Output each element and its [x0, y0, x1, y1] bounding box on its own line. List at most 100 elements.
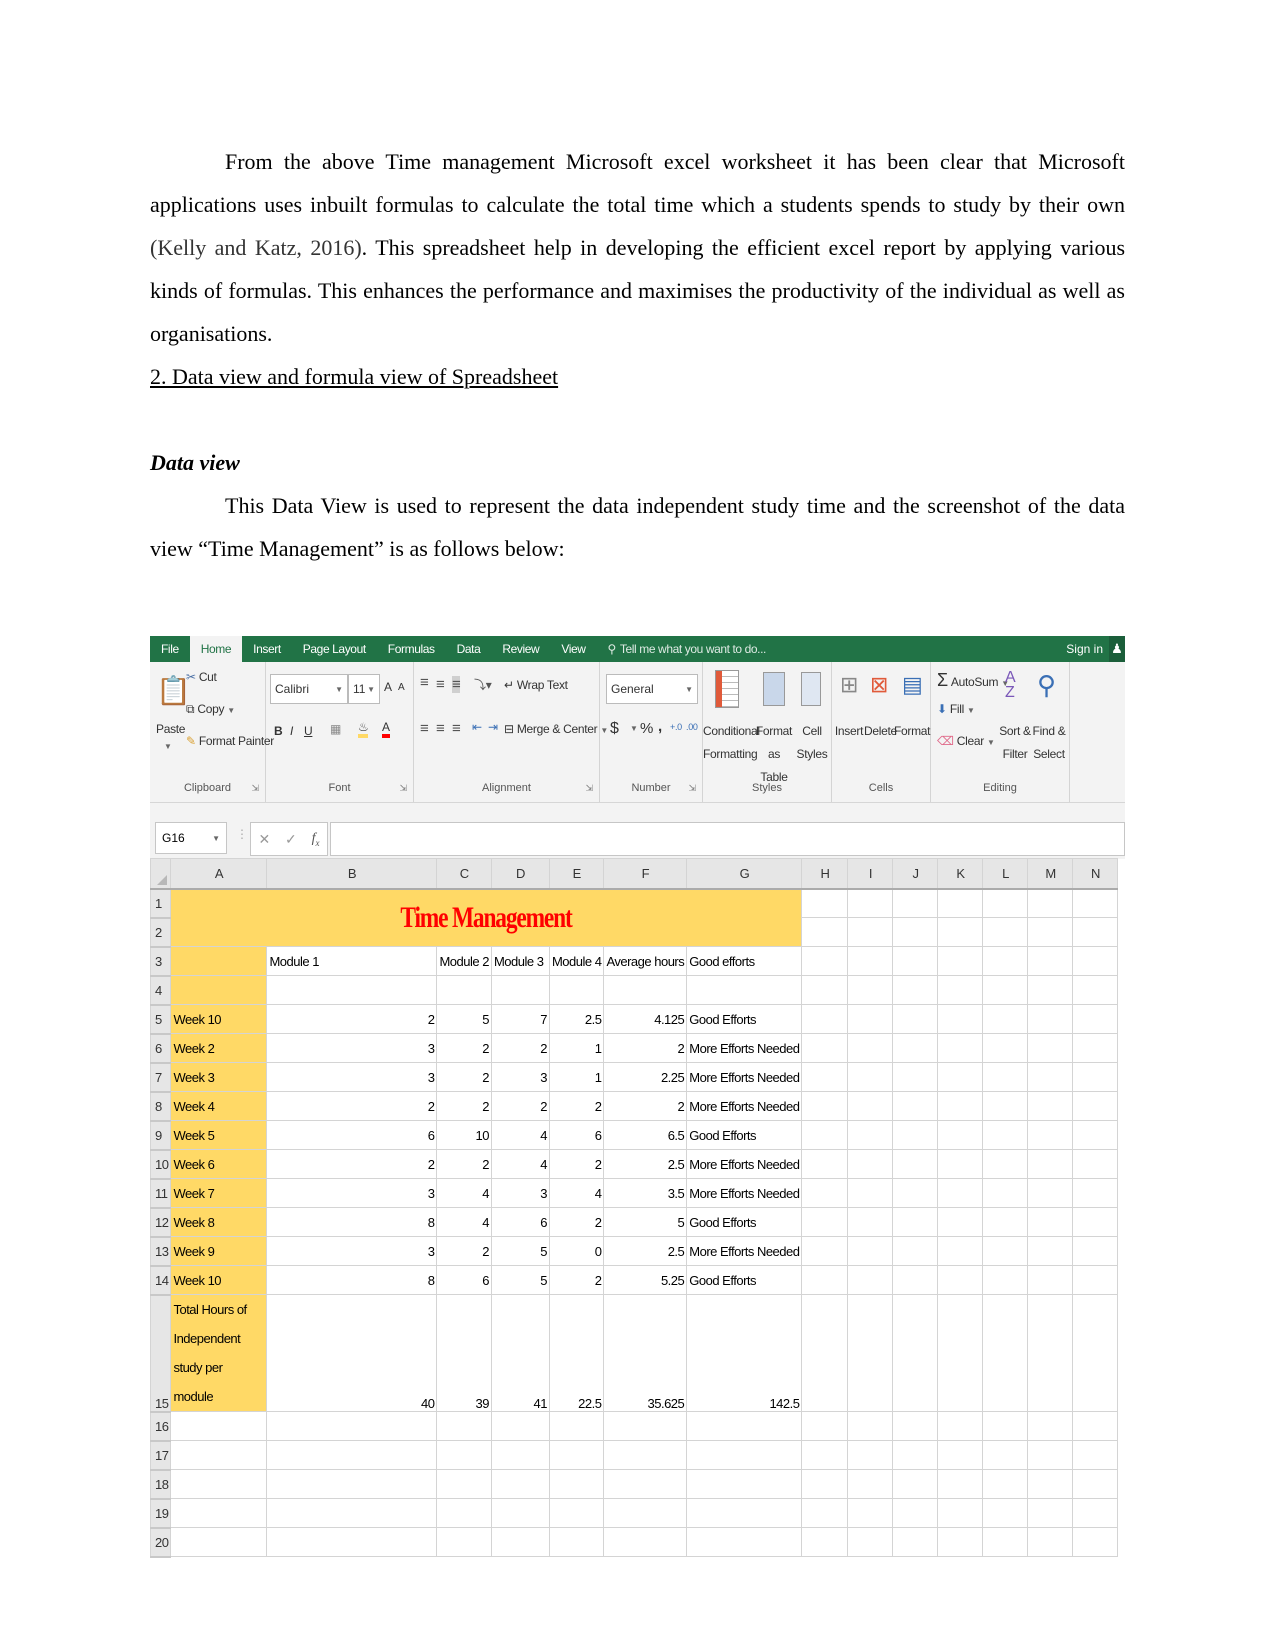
cell[interactable] [937, 1004, 984, 1034]
week-cell[interactable]: Week 5 [170, 1120, 268, 1150]
cell[interactable] [982, 1149, 1029, 1179]
autosum-button[interactable]: Σ AutoSum ▼ [937, 670, 1009, 691]
column-header[interactable]: G [686, 858, 803, 890]
average-cell[interactable]: 6.5 [603, 1120, 688, 1150]
cell[interactable] [801, 1149, 849, 1179]
row-header[interactable]: 12 [150, 1207, 172, 1238]
cell[interactable] [1027, 1091, 1074, 1121]
module-2-cell[interactable]: 10 [436, 1120, 492, 1150]
module-2-cell[interactable]: 2 [436, 1062, 492, 1092]
row-header[interactable]: 4 [150, 975, 172, 1006]
conditional-formatting-icon[interactable] [715, 670, 739, 708]
cell[interactable] [847, 1440, 894, 1470]
cell[interactable] [847, 1411, 894, 1441]
cell[interactable] [847, 975, 894, 1005]
cell[interactable] [847, 888, 894, 918]
cell[interactable] [1072, 946, 1119, 976]
cell[interactable] [892, 1411, 939, 1441]
cell[interactable] [1072, 975, 1119, 1005]
cell[interactable] [892, 1440, 939, 1470]
paste-dropdown-icon[interactable]: ▼ [164, 742, 172, 751]
cell[interactable] [170, 946, 268, 976]
cell[interactable] [892, 1527, 939, 1557]
effort-cell[interactable]: Good Efforts [686, 1207, 803, 1237]
cell[interactable] [686, 1440, 803, 1470]
delete-button[interactable]: Delete [864, 720, 897, 743]
tab-insert[interactable]: Insert [242, 636, 292, 662]
cell[interactable] [1027, 1178, 1074, 1208]
cell[interactable] [170, 1498, 268, 1528]
average-cell[interactable]: 5 [603, 1207, 688, 1237]
cell[interactable] [170, 1440, 268, 1470]
cell[interactable] [937, 1411, 984, 1441]
cell[interactable] [937, 1120, 984, 1150]
format-button[interactable]: Format [894, 720, 931, 743]
row-header[interactable]: 16 [150, 1411, 172, 1442]
cell[interactable] [1027, 1265, 1074, 1295]
cell[interactable] [686, 1498, 803, 1528]
cell[interactable] [1072, 1469, 1119, 1499]
header-cell[interactable]: Module 2 [436, 946, 492, 976]
cell[interactable] [266, 1411, 438, 1441]
header-cell[interactable]: Good efforts [686, 946, 803, 976]
cell[interactable] [603, 1411, 688, 1441]
align-bottom-icon[interactable]: ≡ [452, 676, 461, 693]
grow-font-button[interactable]: A [384, 680, 392, 694]
cell[interactable] [1072, 1411, 1119, 1441]
module-1-cell[interactable]: 2 [266, 1149, 438, 1179]
average-cell[interactable]: 2.5 [603, 1149, 688, 1179]
tab-home[interactable]: Home [189, 636, 243, 662]
cell[interactable] [1072, 1294, 1119, 1412]
cell[interactable] [1072, 1033, 1119, 1063]
week-cell[interactable]: Week 8 [170, 1207, 268, 1237]
row-header[interactable]: 20 [150, 1527, 172, 1558]
tab-data[interactable]: Data [446, 636, 492, 662]
module-3-cell[interactable]: 4 [490, 1149, 550, 1179]
cell[interactable] [1027, 946, 1074, 976]
cell[interactable] [847, 1062, 894, 1092]
row-header[interactable]: 19 [150, 1498, 172, 1529]
tab-file[interactable]: File [150, 636, 190, 662]
average-cell[interactable]: 5.25 [603, 1265, 688, 1295]
cell[interactable] [847, 1207, 894, 1237]
cell[interactable] [847, 1120, 894, 1150]
cell[interactable] [937, 917, 984, 947]
cell[interactable] [490, 975, 550, 1005]
cell[interactable] [686, 1411, 803, 1441]
cell[interactable] [801, 1265, 849, 1295]
row-header[interactable]: 11 [150, 1178, 172, 1209]
cell[interactable] [801, 1527, 849, 1557]
cell[interactable] [937, 1062, 984, 1092]
cell[interactable] [548, 1469, 605, 1499]
cell[interactable] [1027, 917, 1074, 947]
cell[interactable] [847, 1091, 894, 1121]
week-cell[interactable]: Week 10 [170, 1265, 268, 1295]
cell[interactable] [847, 1498, 894, 1528]
module-1-cell[interactable]: 8 [266, 1207, 438, 1237]
average-cell[interactable]: 2.5 [603, 1236, 688, 1266]
cell[interactable] [892, 1236, 939, 1266]
row-header[interactable]: 5 [150, 1004, 172, 1035]
dialog-launcher-icon[interactable]: ⇲ [399, 783, 407, 794]
sort-filter-button[interactable]: Sort & Filter [997, 720, 1033, 766]
cell[interactable] [1072, 917, 1119, 947]
module-3-cell[interactable]: 5 [490, 1265, 550, 1295]
module-3-cell[interactable]: 7 [490, 1004, 550, 1034]
cell[interactable] [1072, 1236, 1119, 1266]
italic-button[interactable]: I [290, 724, 293, 738]
cell[interactable] [1027, 1149, 1074, 1179]
cell[interactable] [1027, 1236, 1074, 1266]
cell[interactable] [490, 1527, 550, 1557]
cell[interactable] [1072, 1440, 1119, 1470]
week-cell[interactable]: Week 3 [170, 1062, 268, 1092]
cell[interactable] [801, 1440, 849, 1470]
module-3-cell[interactable]: 4 [490, 1120, 550, 1150]
name-box[interactable]: G16 ▼ [155, 822, 227, 854]
cell[interactable] [266, 1440, 438, 1470]
cell[interactable] [892, 1498, 939, 1528]
cell[interactable] [982, 975, 1029, 1005]
module-1-cell[interactable]: 8 [266, 1265, 438, 1295]
module-1-cell[interactable]: 3 [266, 1178, 438, 1208]
cell[interactable] [892, 1469, 939, 1499]
cell[interactable] [548, 1498, 605, 1528]
